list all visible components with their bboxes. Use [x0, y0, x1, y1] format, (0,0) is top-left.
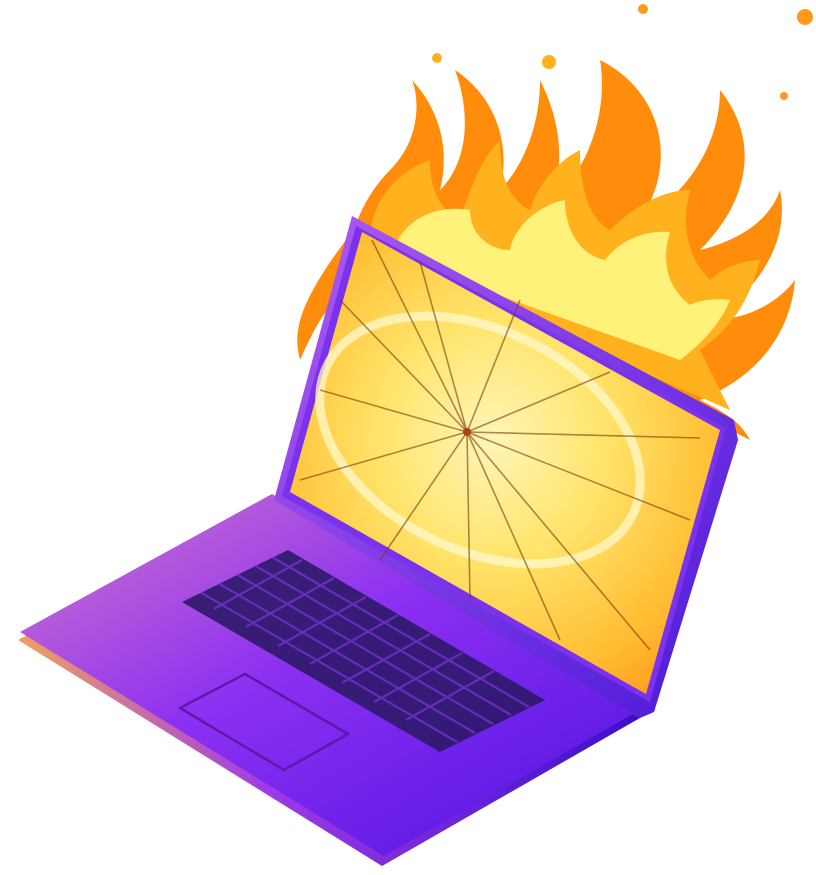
laptop-on-fire-illustration	[0, 0, 816, 871]
illustration-canvas	[18, 4, 813, 866]
